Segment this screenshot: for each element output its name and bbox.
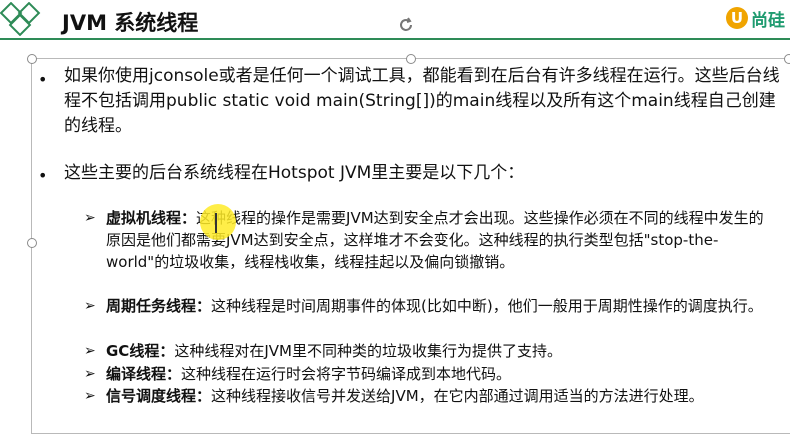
- brand-logo: U 尚硅: [726, 6, 785, 31]
- rotate-handle-icon[interactable]: [398, 17, 414, 33]
- arrow-bullet-icon: ➢: [84, 388, 96, 404]
- item-description: 这种线程对在JVM里不同种类的垃圾收集行为提供了支持。: [174, 342, 562, 360]
- slide-title: JVM 系统线程: [62, 11, 199, 35]
- diamond-logo-icon: [0, 2, 41, 36]
- bullet-paragraph: 如果你使用jconsole或者是任何一个调试工具，都能看到在后台有许多线程在运行…: [64, 66, 780, 136]
- list-item: 信号调度线程：这种线程接收信号并发送给JVM，在它内部通过调用适当的方法进行处理…: [106, 385, 776, 407]
- item-term: 周期任务线程：: [106, 297, 212, 315]
- brand-badge-icon: U: [726, 7, 748, 29]
- bullet-dot: •: [38, 70, 48, 89]
- cursor-highlight: [200, 204, 236, 240]
- bullet-paragraph: 这些主要的后台系统线程在Hotspot JVM里主要是以下几个：: [64, 163, 525, 183]
- list-item: GC线程：这种线程对在JVM里不同种类的垃圾收集行为提供了支持。: [106, 340, 776, 362]
- item-term: 虚拟机线程：: [106, 209, 197, 227]
- resize-handle-middle-left[interactable]: [27, 238, 37, 248]
- item-description: 这种线程在运行时会将字节码编译成到本地代码。: [181, 365, 512, 383]
- item-term: 编译线程：: [106, 365, 182, 383]
- arrow-bullet-icon: ➢: [84, 298, 96, 314]
- arrow-bullet-icon: ➢: [84, 366, 96, 382]
- item-description: 这种线程接收信号并发送给JVM，在它内部通过调用适当的方法进行处理。: [211, 387, 704, 405]
- resize-handle-top-left[interactable]: [27, 54, 37, 64]
- bullet-dot: •: [38, 166, 48, 185]
- list-item: 周期任务线程：这种线程是时间周期事件的体现(比如中断)，他们一般用于周期性操作的…: [106, 295, 776, 317]
- list-item: 编译线程：这种线程在运行时会将字节码编译成到本地代码。: [106, 363, 776, 385]
- item-term: GC线程：: [106, 342, 175, 360]
- resize-handle-top-right[interactable]: [784, 54, 790, 64]
- arrow-bullet-icon: ➢: [84, 343, 96, 359]
- item-description: 这种线程是时间周期事件的体现(比如中断)，他们一般用于周期性操作的调度执行。: [211, 297, 763, 315]
- slide-header: JVM 系统线程 U 尚硅: [0, 0, 790, 40]
- header-divider: [0, 38, 790, 40]
- text-cursor-icon: [215, 213, 217, 233]
- brand-text: 尚硅: [751, 10, 785, 31]
- arrow-bullet-icon: ➢: [84, 210, 96, 226]
- item-term: 信号调度线程：: [106, 387, 212, 405]
- resize-handle-top-center[interactable]: [406, 54, 416, 64]
